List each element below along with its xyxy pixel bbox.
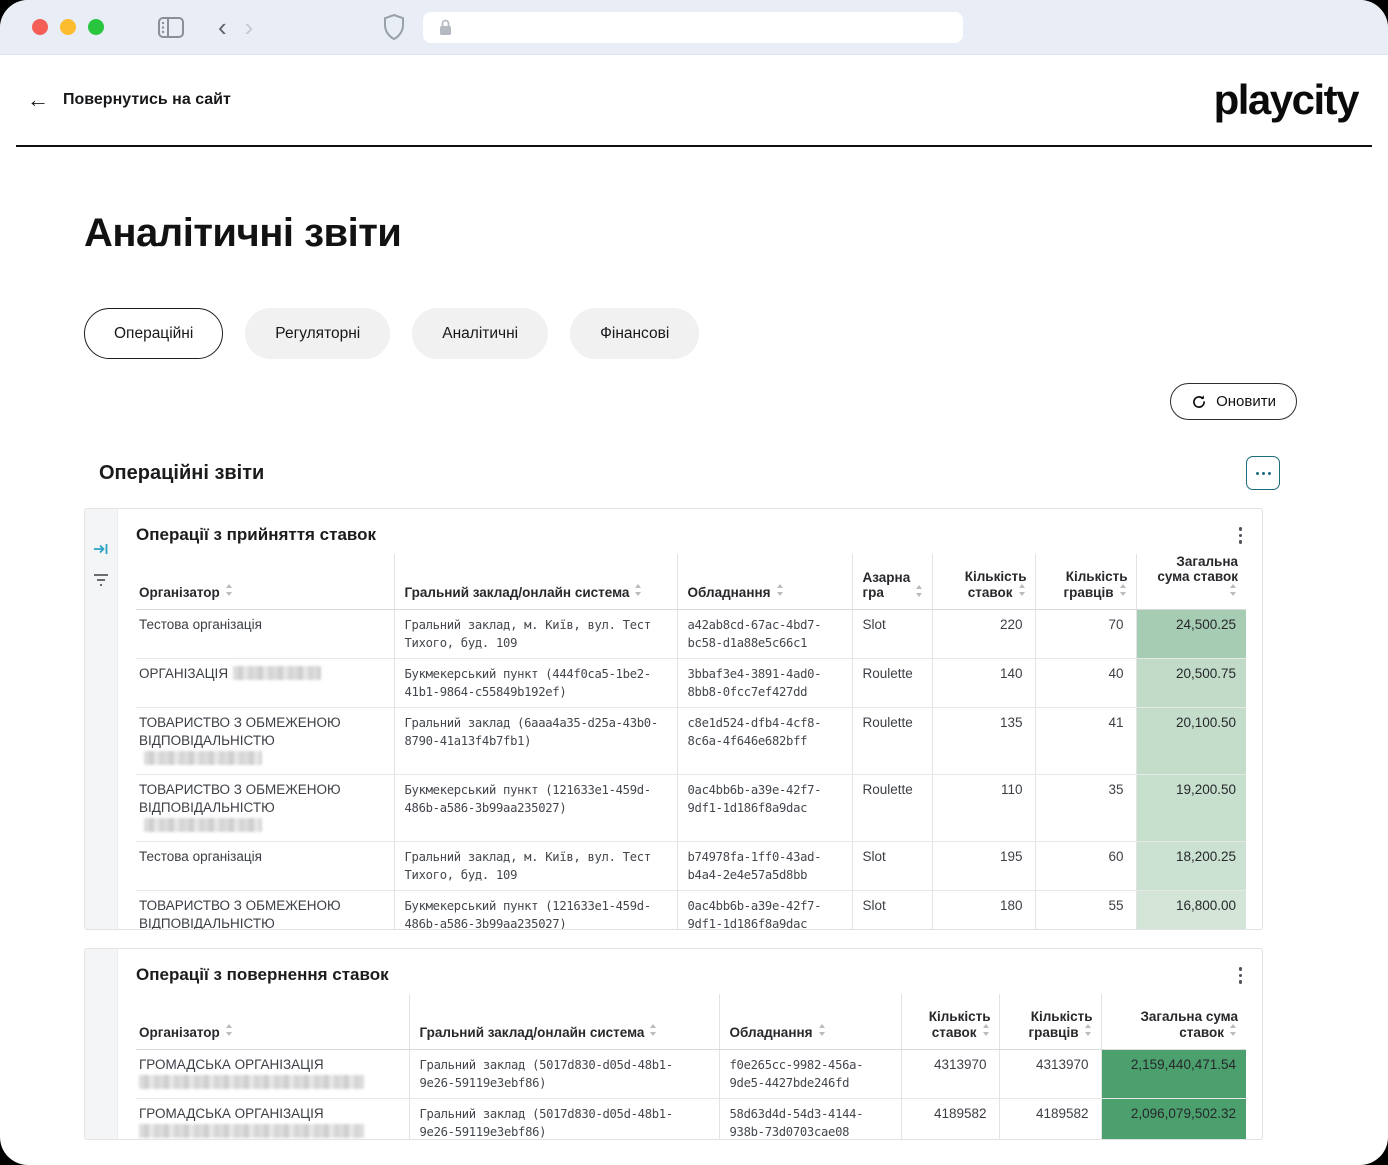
sort-icon	[818, 1024, 827, 1037]
sort-icon	[225, 584, 234, 597]
sort-icon	[1018, 584, 1027, 597]
back-arrow-icon: ←	[27, 89, 49, 111]
tab-operational[interactable]: Операційні	[84, 308, 223, 359]
collapse-panel-icon[interactable]	[93, 541, 109, 557]
card-bet-acceptance: Операції з прийняття ставок Організатор …	[84, 508, 1263, 930]
heatmap-cell: 20,100.50	[1136, 708, 1246, 775]
page-title: Аналітичні звіти	[84, 211, 1304, 256]
col-organizer[interactable]: Організатор	[136, 554, 394, 610]
minimize-window-button[interactable]	[60, 19, 76, 35]
browser-window: ‹ › ← Повернутись на сайт playcity Аналі…	[0, 0, 1388, 1165]
refresh-icon	[1191, 394, 1207, 410]
table-header-row: Організатор Гральний заклад/онлайн систе…	[136, 554, 1246, 610]
col-player-count[interactable]: Кількістьгравців	[999, 994, 1101, 1050]
sort-icon	[649, 1024, 658, 1037]
col-venue[interactable]: Гральний заклад/онлайн система	[409, 994, 719, 1050]
close-window-button[interactable]	[32, 19, 48, 35]
table-side-toolbar	[85, 509, 118, 929]
report-type-tabs: Операційні Регуляторні Аналітичні Фінанс…	[84, 308, 1304, 359]
card-title: Операції з прийняття ставок	[136, 521, 376, 545]
table-row: ТОВАРИСТВО З ОБМЕЖЕНОЮВІДПОВІДАЛЬНІСТЮ Г…	[136, 708, 1246, 775]
header-divider	[16, 145, 1372, 147]
table-side-toolbar	[85, 949, 118, 1139]
table-row: ГРОМАДСЬКА ОРГАНІЗАЦІЯ Гральний заклад (…	[136, 1099, 1246, 1141]
card-menu-icon[interactable]	[1233, 961, 1249, 990]
col-organizer[interactable]: Організатор	[136, 994, 409, 1050]
redacted-text	[139, 1124, 364, 1138]
table-row: ГРОМАДСЬКА ОРГАНІЗАЦІЯ Гральний заклад (…	[136, 1050, 1246, 1099]
redacted-text	[144, 751, 262, 765]
table-row: Тестова організація Гральний заклад, м. …	[136, 842, 1246, 891]
card-menu-icon[interactable]	[1233, 521, 1249, 550]
col-total-sum[interactable]: Загальна сумаставок	[1101, 994, 1246, 1050]
sort-icon	[915, 585, 924, 598]
sort-icon	[1229, 584, 1238, 597]
redacted-text	[233, 666, 321, 680]
heatmap-cell: 18,200.25	[1136, 842, 1246, 891]
section-title: Операційні звіти	[99, 462, 264, 485]
tab-financial[interactable]: Фінансові	[570, 308, 699, 359]
back-to-site-link[interactable]: ← Повернутись на сайт	[27, 89, 231, 111]
back-nav-icon[interactable]: ‹	[218, 14, 227, 40]
maximize-window-button[interactable]	[88, 19, 104, 35]
heatmap-cell: 24,500.25	[1136, 610, 1246, 659]
heatmap-cell: 19,200.50	[1136, 775, 1246, 842]
lock-icon	[439, 19, 452, 36]
sort-icon	[225, 1024, 234, 1037]
col-equipment[interactable]: Обладнання	[719, 994, 901, 1050]
shield-icon[interactable]	[383, 14, 405, 40]
sort-icon	[634, 584, 643, 597]
back-link-label: Повернутись на сайт	[63, 91, 231, 109]
address-bar[interactable]	[423, 12, 963, 43]
col-bet-count[interactable]: Кількістьставок	[932, 554, 1035, 610]
traffic-lights	[32, 19, 104, 35]
col-venue[interactable]: Гральний заклад/онлайн система	[394, 554, 677, 610]
col-game[interactable]: Азарнагра	[852, 554, 932, 610]
refresh-button[interactable]: Оновити	[1170, 383, 1297, 420]
tab-regulatory[interactable]: Регуляторні	[245, 308, 390, 359]
table-header-row: Організатор Гральний заклад/онлайн систе…	[136, 994, 1246, 1050]
sidebar-toggle-icon[interactable]	[158, 17, 184, 38]
playcity-logo: playcity	[1214, 76, 1358, 124]
sort-icon	[982, 1024, 991, 1037]
table-row: ТОВАРИСТВО З ОБМЕЖЕНОЮВІДПОВІДАЛЬНІСТЮ Б…	[136, 775, 1246, 842]
redacted-text	[144, 818, 262, 832]
sort-icon	[776, 584, 785, 597]
col-total-sum[interactable]: Загальнасума ставок	[1136, 554, 1246, 610]
col-equipment[interactable]: Обладнання	[677, 554, 852, 610]
table-row: Тестова організація Гральний заклад, м. …	[136, 610, 1246, 659]
forward-nav-icon[interactable]: ›	[245, 14, 254, 40]
redacted-text	[139, 1075, 364, 1089]
bet-returns-table: Організатор Гральний заклад/онлайн систе…	[136, 994, 1246, 1141]
sort-icon	[1229, 1024, 1238, 1037]
col-player-count[interactable]: Кількістьгравців	[1035, 554, 1136, 610]
heatmap-cell: 2,096,079,502.32	[1101, 1099, 1246, 1141]
filter-icon[interactable]	[93, 573, 109, 587]
sort-icon	[1119, 584, 1128, 597]
section-more-button[interactable]	[1246, 456, 1280, 490]
heatmap-cell: 20,500.75	[1136, 659, 1246, 708]
bet-acceptance-table: Організатор Гральний заклад/онлайн систе…	[136, 554, 1246, 931]
browser-chrome: ‹ ›	[0, 0, 1388, 55]
heatmap-cell: 2,159,440,471.54	[1101, 1050, 1246, 1099]
sort-icon	[1084, 1024, 1093, 1037]
table-row: ОРГАНІЗАЦІЯ Букмекерський пункт (444f0ca…	[136, 659, 1246, 708]
col-bet-count[interactable]: Кількістьставок	[901, 994, 999, 1050]
table-row: ТОВАРИСТВО З ОБМЕЖЕНОЮВІДПОВІДАЛЬНІСТЮ Б…	[136, 891, 1246, 931]
heatmap-cell: 16,800.00	[1136, 891, 1246, 931]
tab-analytical[interactable]: Аналітичні	[412, 308, 548, 359]
card-bet-returns: Операції з повернення ставок Організатор…	[84, 948, 1263, 1140]
card-title: Операції з повернення ставок	[136, 961, 389, 985]
app-header: ← Повернутись на сайт playcity	[0, 55, 1388, 145]
